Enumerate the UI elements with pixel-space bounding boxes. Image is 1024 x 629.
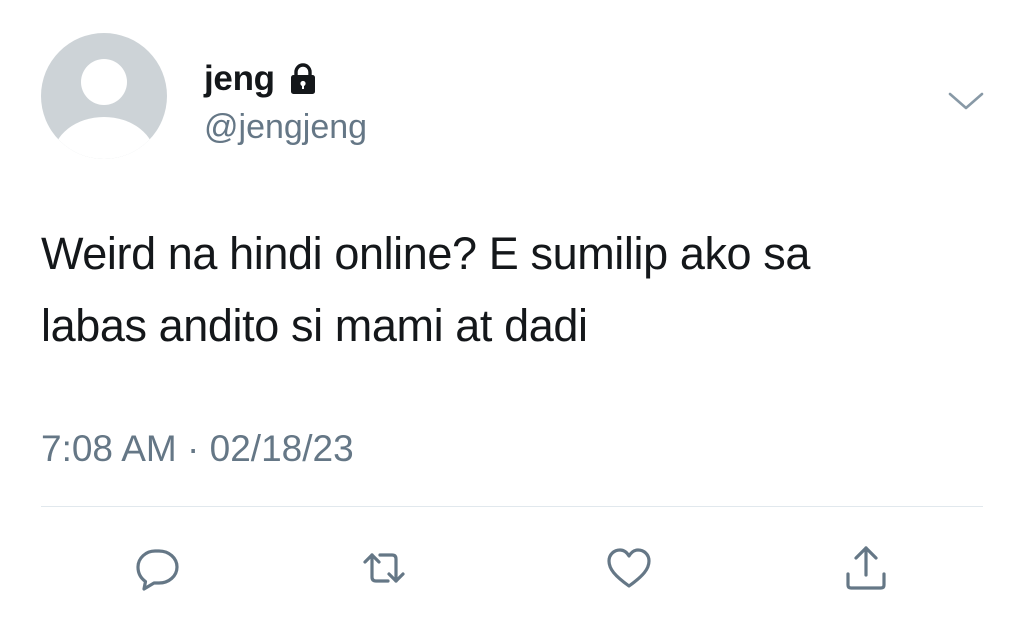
divider bbox=[41, 506, 983, 507]
tweet-text-line: Weird na hindi online? E sumilip ako sa bbox=[41, 228, 810, 279]
chevron-down-icon[interactable] bbox=[946, 88, 986, 114]
retweet-button[interactable] bbox=[356, 540, 412, 596]
reply-button[interactable] bbox=[130, 540, 186, 596]
heart-icon bbox=[607, 548, 651, 588]
meta-separator: · bbox=[187, 428, 200, 469]
share-icon bbox=[846, 546, 886, 590]
tweet-time: 7:08 AM bbox=[41, 428, 177, 469]
share-button[interactable] bbox=[838, 540, 894, 596]
avatar-shoulders-shape bbox=[53, 117, 155, 159]
like-button[interactable] bbox=[601, 540, 657, 596]
retweet-icon bbox=[363, 553, 405, 583]
avatar-head-shape bbox=[81, 59, 127, 105]
action-bar bbox=[0, 540, 1024, 596]
tweet-date: 02/18/23 bbox=[209, 428, 354, 469]
tweet-text-line: labas andito si mami at dadi bbox=[41, 300, 588, 351]
tweet-timestamp[interactable]: 7:08 AM · 02/18/23 bbox=[41, 428, 354, 470]
author-name-row: jeng bbox=[204, 58, 321, 100]
author-handle[interactable]: @jengjeng bbox=[204, 108, 367, 147]
reply-icon bbox=[136, 549, 179, 591]
avatar[interactable] bbox=[41, 33, 167, 159]
tweet-text: Weird na hindi online? E sumilip ako sa … bbox=[41, 218, 991, 362]
lock-icon bbox=[285, 61, 321, 97]
display-name[interactable]: jeng bbox=[204, 59, 275, 99]
